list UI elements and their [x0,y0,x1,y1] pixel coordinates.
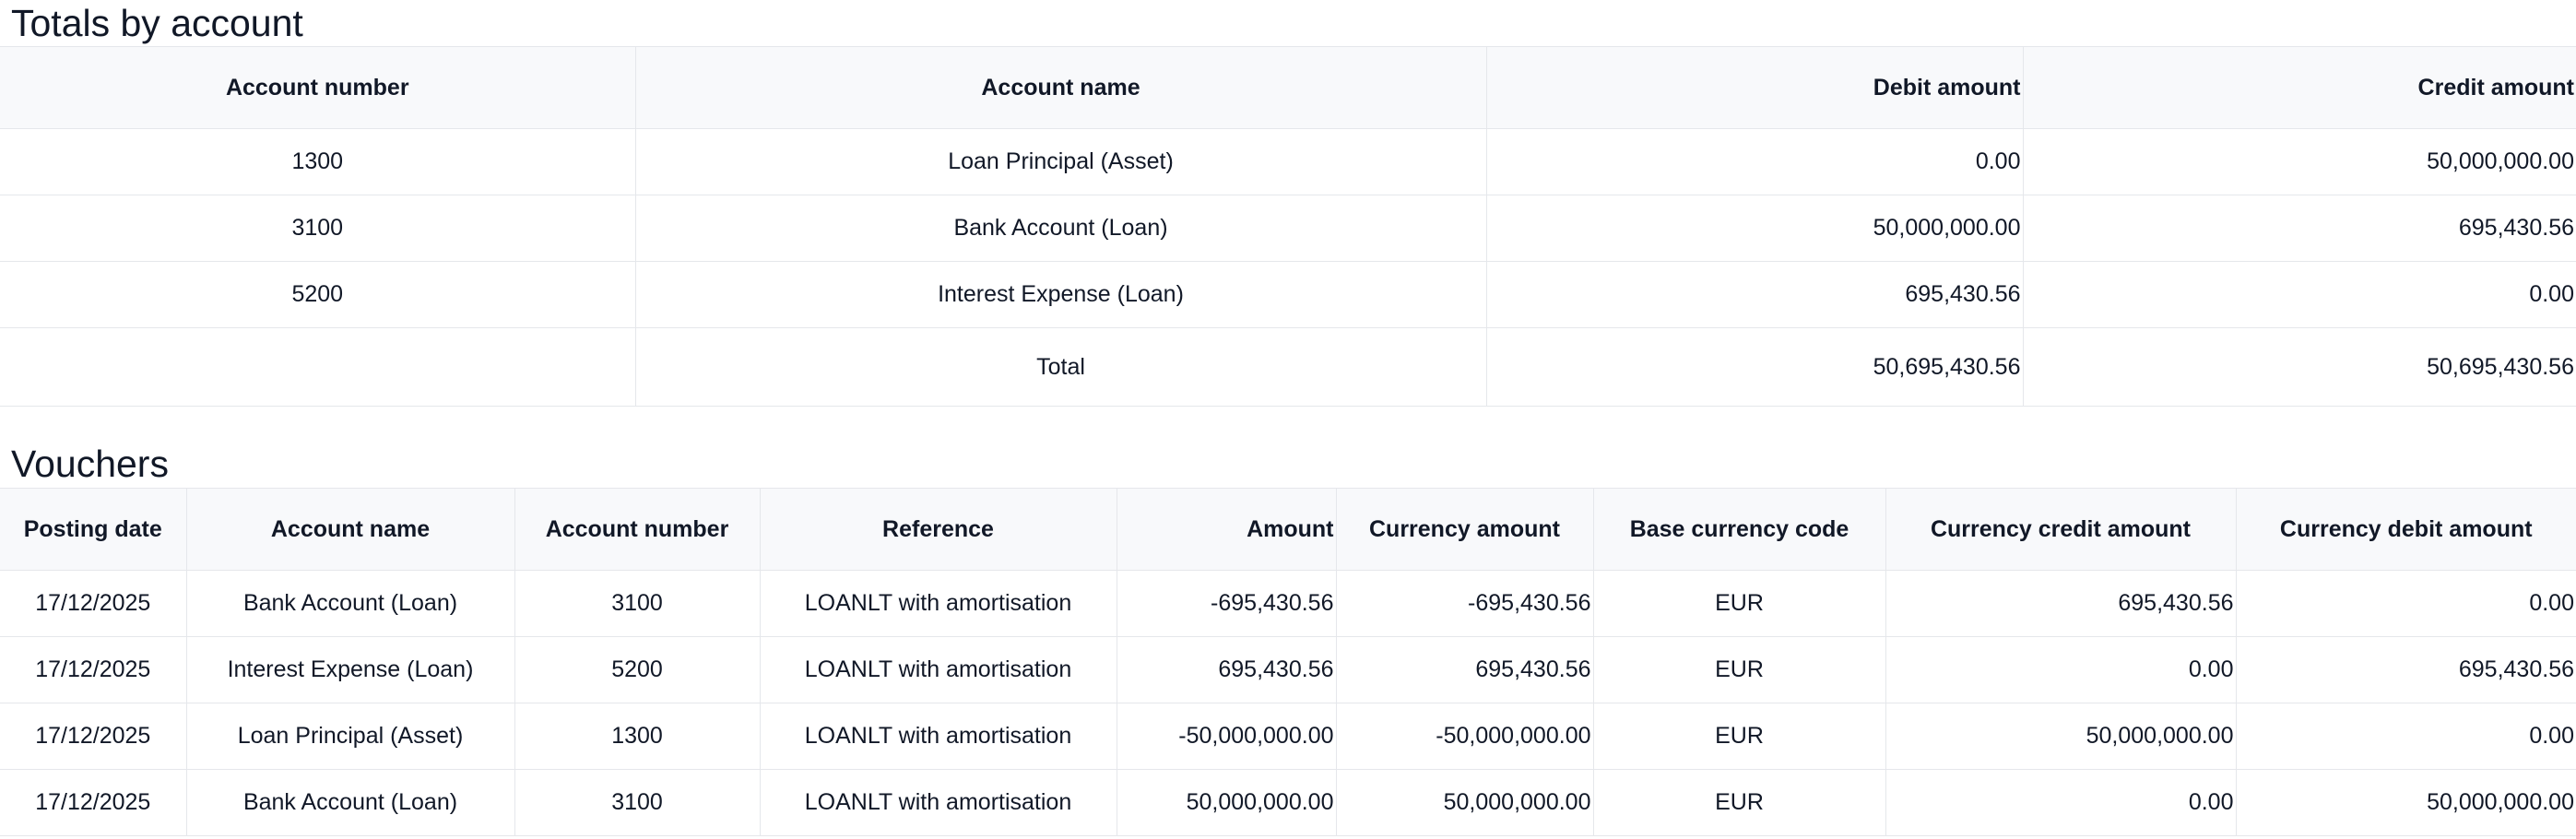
table-row: 17/12/2025 Bank Account (Loan) 3100 LOAN… [0,570,2576,637]
amount-cell: -50,000,000.00 [1116,703,1336,770]
credit-amount-cell: 695,430.56 [2022,195,2576,262]
account-number-cell: 3100 [514,769,760,836]
account-number-cell: 1300 [514,703,760,770]
debit-amount-cell: 0.00 [1485,128,2023,195]
col-header-base-currency-code[interactable]: Base currency code [1592,488,1885,571]
col-header-currency-debit-amount[interactable]: Currency debit amount [2235,488,2576,571]
currency-credit-amount-cell: 695,430.56 [1885,570,2236,637]
table-row: 17/12/2025 Bank Account (Loan) 3100 LOAN… [0,769,2576,836]
amount-cell: 50,000,000.00 [1116,769,1336,836]
vouchers-table: Posting date Account name Account number… [0,488,2576,836]
currency-debit-amount-cell: 50,000,000.00 [2235,769,2576,836]
currency-debit-amount-cell: 695,430.56 [2235,636,2576,703]
credit-amount-cell: 0.00 [2022,261,2576,328]
col-header-account-number[interactable]: Account number [0,46,635,129]
currency-credit-amount-cell: 0.00 [1885,636,2236,703]
currency-credit-amount-cell: 0.00 [1885,769,2236,836]
account-name-cell: Bank Account (Loan) [634,195,1486,262]
posting-date-cell: 17/12/2025 [0,769,186,836]
col-header-posting-date[interactable]: Posting date [0,488,186,571]
table-row: 17/12/2025 Interest Expense (Loan) 5200 … [0,636,2576,703]
col-header-currency-amount[interactable]: Currency amount [1335,488,1593,571]
account-name-cell: Loan Principal (Asset) [634,128,1486,195]
account-name-cell: Interest Expense (Loan) [185,636,514,703]
account-number-cell: 3100 [514,570,760,637]
credit-amount-cell: 50,000,000.00 [2022,128,2576,195]
totals-title: Totals by account [11,2,303,44]
currency-debit-amount-cell: 0.00 [2235,570,2576,637]
account-number-cell: 3100 [0,195,635,262]
account-number-cell: 5200 [0,261,635,328]
col-header-credit-amount[interactable]: Credit amount [2022,46,2576,129]
col-header-debit-amount[interactable]: Debit amount [1485,46,2023,129]
currency-amount-cell: 695,430.56 [1335,636,1593,703]
col-header-account-name[interactable]: Account name [634,46,1486,129]
total-empty-cell [0,327,635,407]
posting-date-cell: 17/12/2025 [0,636,186,703]
reference-cell: LOANLT with amortisation [759,703,1117,770]
vouchers-title: Vouchers [11,443,169,485]
base-currency-code-cell: EUR [1592,636,1885,703]
table-row: 5200 Interest Expense (Loan) 695,430.56 … [0,261,2576,328]
debit-amount-cell: 695,430.56 [1485,261,2023,328]
account-name-cell: Loan Principal (Asset) [185,703,514,770]
reference-cell: LOANLT with amortisation [759,769,1117,836]
currency-amount-cell: -50,000,000.00 [1335,703,1593,770]
amount-cell: 695,430.56 [1116,636,1336,703]
col-header-amount[interactable]: Amount [1116,488,1336,571]
totals-header-row: Account number Account name Debit amount… [0,46,2576,129]
reference-cell: LOANLT with amortisation [759,570,1117,637]
currency-credit-amount-cell: 50,000,000.00 [1885,703,2236,770]
base-currency-code-cell: EUR [1592,703,1885,770]
currency-debit-amount-cell: 0.00 [2235,703,2576,770]
amount-cell: -695,430.56 [1116,570,1336,637]
account-number-cell: 1300 [0,128,635,195]
posting-date-cell: 17/12/2025 [0,703,186,770]
base-currency-code-cell: EUR [1592,769,1885,836]
vouchers-header-row: Posting date Account name Account number… [0,488,2576,571]
account-name-cell: Interest Expense (Loan) [634,261,1486,328]
totals-table: Account number Account name Debit amount… [0,46,2576,407]
account-name-cell: Bank Account (Loan) [185,570,514,637]
total-row: Total 50,695,430.56 50,695,430.56 [0,327,2576,407]
reference-cell: LOANLT with amortisation [759,636,1117,703]
base-currency-code-cell: EUR [1592,570,1885,637]
currency-amount-cell: 50,000,000.00 [1335,769,1593,836]
debit-amount-cell: 50,000,000.00 [1485,195,2023,262]
total-debit-amount: 50,695,430.56 [1485,327,2023,407]
total-credit-amount: 50,695,430.56 [2022,327,2576,407]
table-row: 3100 Bank Account (Loan) 50,000,000.00 6… [0,195,2576,262]
account-name-cell: Bank Account (Loan) [185,769,514,836]
table-row: 1300 Loan Principal (Asset) 0.00 50,000,… [0,128,2576,195]
total-label: Total [634,327,1486,407]
col-header-account-name[interactable]: Account name [185,488,514,571]
col-header-reference[interactable]: Reference [759,488,1117,571]
posting-date-cell: 17/12/2025 [0,570,186,637]
account-number-cell: 5200 [514,636,760,703]
currency-amount-cell: -695,430.56 [1335,570,1593,637]
col-header-currency-credit-amount[interactable]: Currency credit amount [1885,488,2236,571]
table-row: 17/12/2025 Loan Principal (Asset) 1300 L… [0,703,2576,770]
col-header-account-number[interactable]: Account number [514,488,760,571]
